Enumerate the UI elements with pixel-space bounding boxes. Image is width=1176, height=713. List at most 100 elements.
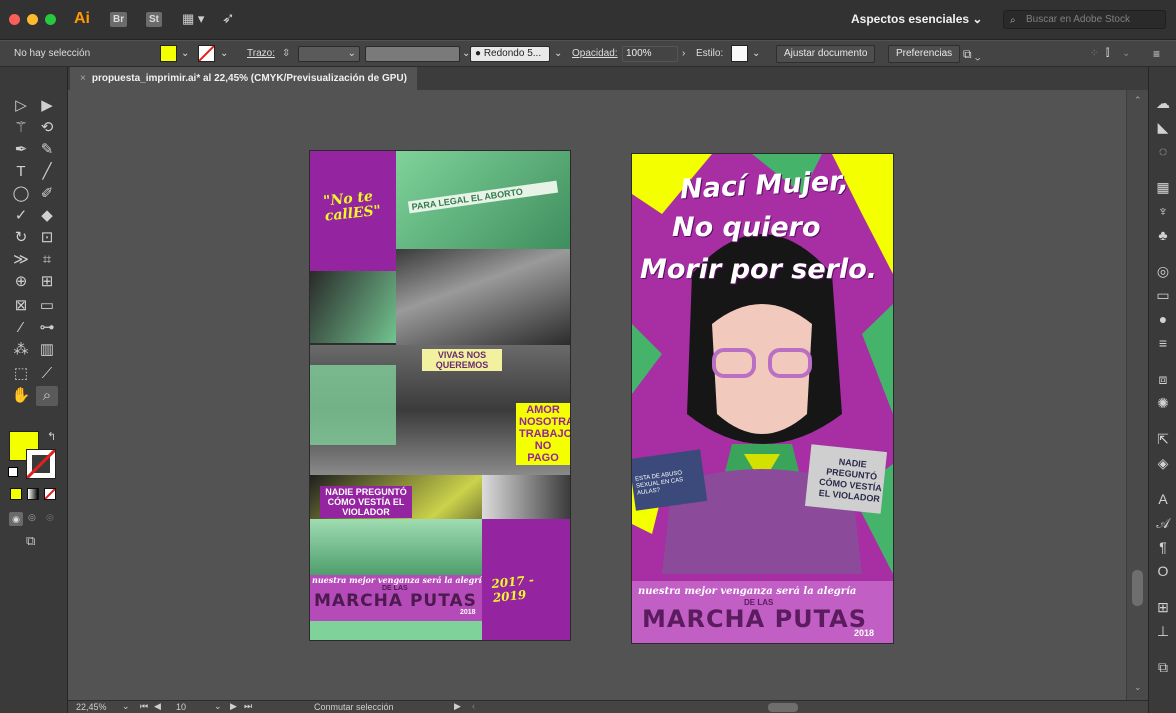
scale-tool-icon[interactable]: ⊡ (36, 228, 58, 248)
scroll-down-icon[interactable]: ⌄ (1134, 682, 1142, 693)
hand-tool-icon[interactable]: ✋ (10, 386, 32, 406)
screen-mode-icon[interactable]: ⧉ (26, 533, 35, 549)
navigator-panel-icon[interactable]: ◌ (1153, 141, 1173, 161)
bridge-button[interactable]: Br (110, 12, 128, 27)
default-colors-icon[interactable] (8, 467, 18, 477)
stock-search-input[interactable]: ⌕ Buscar en Adobe Stock (1003, 10, 1166, 29)
transform-icon[interactable]: ⫿ (1106, 46, 1109, 62)
stroke-label[interactable]: Trazo: (247, 46, 275, 62)
color-guide-panel-icon[interactable]: ✺ (1153, 393, 1173, 413)
horizontal-scroll-thumb[interactable] (768, 703, 798, 712)
eraser-tool-icon[interactable]: ◆ (36, 206, 58, 226)
fit-document-button[interactable]: Ajustar documento (776, 45, 876, 63)
align-icon[interactable]: ⁘ (1090, 46, 1098, 62)
arrange-icon[interactable]: ⧉ ⌄ (963, 46, 981, 62)
artboard-number[interactable]: 10 (176, 702, 186, 712)
width-tool-icon[interactable]: ≫ (10, 250, 32, 270)
align-panel-icon[interactable]: ⊞ (1153, 597, 1173, 617)
symbols-panel-icon[interactable]: ♣ (1153, 225, 1173, 245)
first-artboard-icon[interactable]: ⏮ (140, 701, 148, 712)
slice-tool-icon[interactable]: ⟋ (36, 364, 58, 384)
workspace-switcher[interactable]: Aspectos esenciales ⌄ (851, 12, 982, 26)
ellipse-tool-icon[interactable]: ◯ (10, 184, 32, 204)
panel-menu-icon[interactable]: ≡ (1153, 46, 1160, 62)
shaper-tool-icon[interactable]: ✓ (10, 206, 32, 226)
stroke-color-box[interactable] (25, 448, 57, 480)
blend-tool-icon[interactable]: ⊶ (36, 318, 58, 338)
align-objects-panel-icon[interactable]: ⊥ (1153, 621, 1173, 641)
document-tab[interactable]: × propuesta_imprimir.ai* al 22,45% (CMYK/… (70, 67, 417, 90)
brush-dropdown-icon[interactable]: ⌄ (554, 46, 562, 62)
scroll-left-icon[interactable]: ‹ (472, 701, 475, 711)
artboards-panel-icon[interactable]: ⧈ (1153, 369, 1173, 389)
rotate-tool-icon[interactable]: ↻ (10, 228, 32, 248)
artboard-poster[interactable]: Nací Mujer, No quiero Morir por serlo. E… (632, 154, 893, 643)
curvature-tool-icon[interactable]: ✎ (36, 140, 58, 160)
character-panel-icon[interactable]: A (1153, 489, 1173, 509)
opacity-label[interactable]: Opacidad: (572, 46, 618, 62)
symbol-sprayer-tool-icon[interactable]: ⁂ (10, 340, 32, 360)
stock-button[interactable]: St (146, 12, 162, 27)
zoom-level[interactable]: 22,45% (76, 702, 107, 712)
none-mode-icon[interactable] (44, 488, 56, 500)
gpu-performance-icon[interactable]: ➶ (222, 9, 235, 27)
stroke-panel-icon[interactable]: ≡ (1153, 333, 1173, 353)
shape-builder-tool-icon[interactable]: ⊕ (10, 272, 32, 292)
paintbrush-tool-icon[interactable]: ✐ (36, 184, 58, 204)
column-graph-tool-icon[interactable]: ▥ (36, 340, 58, 360)
vertical-scroll-thumb[interactable] (1132, 570, 1143, 606)
more-dropdown-icon[interactable]: ⌄ (1122, 46, 1130, 62)
brush-dropdown[interactable]: ● Redondo 5... (470, 46, 550, 62)
pen-tool-icon[interactable]: ✒ (10, 140, 32, 160)
style-swatch[interactable] (731, 45, 748, 62)
opentype-panel-icon[interactable]: O (1153, 561, 1173, 581)
minimize-window-button[interactable] (27, 14, 38, 25)
fill-dropdown-icon[interactable]: ⌄ (181, 46, 189, 62)
preferences-button[interactable]: Preferencias (888, 45, 961, 63)
opacity-arrow-icon[interactable]: › (682, 46, 685, 62)
prev-artboard-icon[interactable]: ◀ (154, 701, 161, 712)
graphic-styles-panel-icon[interactable]: ● (1153, 309, 1173, 329)
stroke-dropdown-icon[interactable]: ⌄ (220, 46, 228, 62)
next-artboard-icon[interactable]: ▶ (230, 701, 237, 712)
last-artboard-icon[interactable]: ⏭ (244, 701, 252, 712)
eyedropper-tool-icon[interactable]: ⁄ (10, 318, 32, 338)
scroll-up-icon[interactable]: ⌃ (1134, 95, 1142, 106)
selection-tool-icon[interactable]: ▷ (10, 96, 32, 116)
layers-panel-icon[interactable]: ◈ (1153, 453, 1173, 473)
color-mode-icon[interactable] (10, 488, 22, 500)
close-window-button[interactable] (9, 14, 20, 25)
direct-selection-tool-icon[interactable]: ▶ (36, 96, 58, 116)
style-dropdown-icon[interactable]: ⌄ (752, 46, 760, 62)
zoom-tool-icon[interactable]: ⌕ (36, 386, 58, 406)
swatches-panel-icon[interactable]: ▦ (1153, 177, 1173, 197)
arrange-documents-icon[interactable]: ▦ ▾ (182, 11, 210, 27)
magic-wand-tool-icon[interactable]: ⚚ (10, 118, 32, 138)
libraries-panel-icon[interactable]: ☁ (1153, 93, 1173, 113)
canvas-area[interactable] (68, 90, 1126, 700)
zoom-dropdown-icon[interactable]: ⌄ (122, 701, 130, 712)
stroke-weight-dropdown[interactable]: ⌄ (298, 46, 360, 62)
stroke-swatch[interactable] (198, 45, 215, 62)
mesh-tool-icon[interactable]: ⊠ (10, 296, 32, 316)
line-tool-icon[interactable]: ╱ (36, 162, 58, 182)
appearance-panel-icon[interactable]: ◎ (1153, 261, 1173, 281)
properties-panel-icon[interactable]: ◣ (1153, 117, 1173, 137)
draw-behind-icon[interactable]: ◎ (28, 512, 36, 523)
stroke-stepper-icon[interactable]: ⇳ (282, 46, 290, 62)
paragraph-panel-icon[interactable]: ¶ (1153, 537, 1173, 557)
variable-width-dropdown[interactable] (365, 46, 460, 62)
artboard-collage[interactable]: "No te callES" PARA LEGAL EL ABORTO VIVA… (310, 151, 570, 640)
free-transform-tool-icon[interactable]: ⌗ (36, 250, 58, 270)
perspective-grid-tool-icon[interactable]: ⊞ (36, 272, 58, 292)
gradient-tool-icon[interactable]: ▭ (36, 296, 58, 316)
artboard-dropdown-icon[interactable]: ⌄ (214, 701, 222, 712)
character-styles-panel-icon[interactable]: 𝒜 (1153, 513, 1173, 533)
vertical-scrollbar[interactable]: ⌃ ⌄ (1126, 90, 1148, 700)
fill-swatch[interactable] (160, 45, 177, 62)
lasso-tool-icon[interactable]: ⟲ (36, 118, 58, 138)
zoom-window-button[interactable] (45, 14, 56, 25)
draw-inside-icon[interactable]: ◎ (46, 512, 54, 523)
pathfinder-panel-icon[interactable]: ⧉ (1153, 657, 1173, 677)
close-tab-icon[interactable]: × (80, 73, 86, 84)
